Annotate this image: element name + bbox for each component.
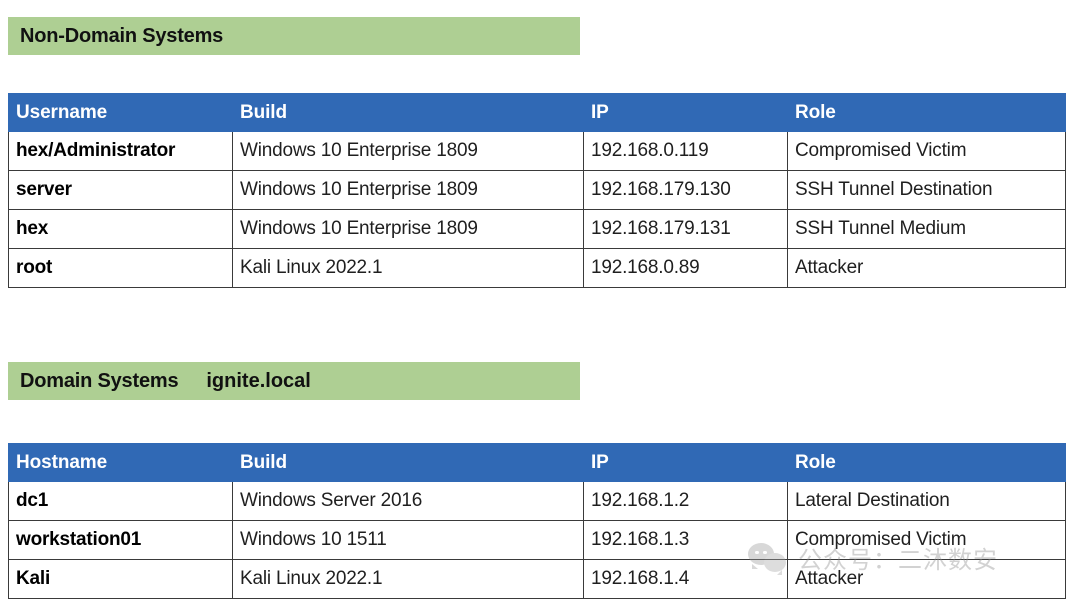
cell-ip: 192.168.0.119 bbox=[584, 132, 788, 171]
cell-build: Kali Linux 2022.1 bbox=[233, 249, 584, 288]
cell-build: Windows 10 Enterprise 1809 bbox=[233, 132, 584, 171]
non-domain-systems-table: Username Build IP Role hex/Administrator… bbox=[8, 93, 1066, 288]
cell-ip: 192.168.1.3 bbox=[584, 521, 788, 560]
cell-build: Windows 10 Enterprise 1809 bbox=[233, 171, 584, 210]
cell-ip: 192.168.1.2 bbox=[584, 482, 788, 521]
table-header-row: Username Build IP Role bbox=[9, 94, 1066, 132]
column-header-hostname: Hostname bbox=[9, 444, 233, 482]
cell-role: SSH Tunnel Destination bbox=[788, 171, 1066, 210]
table-body-domain: dc1 Windows Server 2016 192.168.1.2 Late… bbox=[9, 482, 1066, 599]
cell-role: Attacker bbox=[788, 560, 1066, 599]
table-header-row: Hostname Build IP Role bbox=[9, 444, 1066, 482]
table-row: workstation01 Windows 10 1511 192.168.1.… bbox=[9, 521, 1066, 560]
document-page: Non-Domain Systems Username Build IP Rol… bbox=[0, 0, 1080, 601]
cell-username: server bbox=[9, 171, 233, 210]
table-body-non-domain: hex/Administrator Windows 10 Enterprise … bbox=[9, 132, 1066, 288]
cell-build: Kali Linux 2022.1 bbox=[233, 560, 584, 599]
column-header-role: Role bbox=[788, 94, 1066, 132]
column-header-ip: IP bbox=[584, 444, 788, 482]
table-header-non-domain: Username Build IP Role bbox=[9, 94, 1066, 132]
cell-ip: 192.168.0.89 bbox=[584, 249, 788, 288]
table-row: hex/Administrator Windows 10 Enterprise … bbox=[9, 132, 1066, 171]
cell-ip: 192.168.179.130 bbox=[584, 171, 788, 210]
table-row: Kali Kali Linux 2022.1 192.168.1.4 Attac… bbox=[9, 560, 1066, 599]
column-header-build: Build bbox=[233, 444, 584, 482]
column-header-username: Username bbox=[9, 94, 233, 132]
domain-systems-table: Hostname Build IP Role dc1 Windows Serve… bbox=[8, 443, 1066, 599]
section-banner-non-domain: Non-Domain Systems bbox=[8, 17, 580, 55]
table-row: root Kali Linux 2022.1 192.168.0.89 Atta… bbox=[9, 249, 1066, 288]
section-title-non-domain: Non-Domain Systems bbox=[20, 25, 223, 48]
cell-role: Compromised Victim bbox=[788, 521, 1066, 560]
section-title-domain: Domain Systems bbox=[20, 370, 178, 393]
cell-role: Lateral Destination bbox=[788, 482, 1066, 521]
cell-build: Windows 10 Enterprise 1809 bbox=[233, 210, 584, 249]
table-row: dc1 Windows Server 2016 192.168.1.2 Late… bbox=[9, 482, 1066, 521]
column-header-role: Role bbox=[788, 444, 1066, 482]
cell-hostname: workstation01 bbox=[9, 521, 233, 560]
column-header-build: Build bbox=[233, 94, 584, 132]
cell-username: hex/Administrator bbox=[9, 132, 233, 171]
section-domain-name: ignite.local bbox=[206, 370, 310, 393]
table-header-domain: Hostname Build IP Role bbox=[9, 444, 1066, 482]
cell-role: Compromised Victim bbox=[788, 132, 1066, 171]
section-banner-domain: Domain Systems ignite.local bbox=[8, 362, 580, 400]
cell-ip: 192.168.179.131 bbox=[584, 210, 788, 249]
cell-hostname: dc1 bbox=[9, 482, 233, 521]
cell-ip: 192.168.1.4 bbox=[584, 560, 788, 599]
cell-username: hex bbox=[9, 210, 233, 249]
cell-role: Attacker bbox=[788, 249, 1066, 288]
cell-role: SSH Tunnel Medium bbox=[788, 210, 1066, 249]
cell-hostname: Kali bbox=[9, 560, 233, 599]
column-header-ip: IP bbox=[584, 94, 788, 132]
cell-username: root bbox=[9, 249, 233, 288]
table-row: hex Windows 10 Enterprise 1809 192.168.1… bbox=[9, 210, 1066, 249]
cell-build: Windows Server 2016 bbox=[233, 482, 584, 521]
cell-build: Windows 10 1511 bbox=[233, 521, 584, 560]
table-row: server Windows 10 Enterprise 1809 192.16… bbox=[9, 171, 1066, 210]
